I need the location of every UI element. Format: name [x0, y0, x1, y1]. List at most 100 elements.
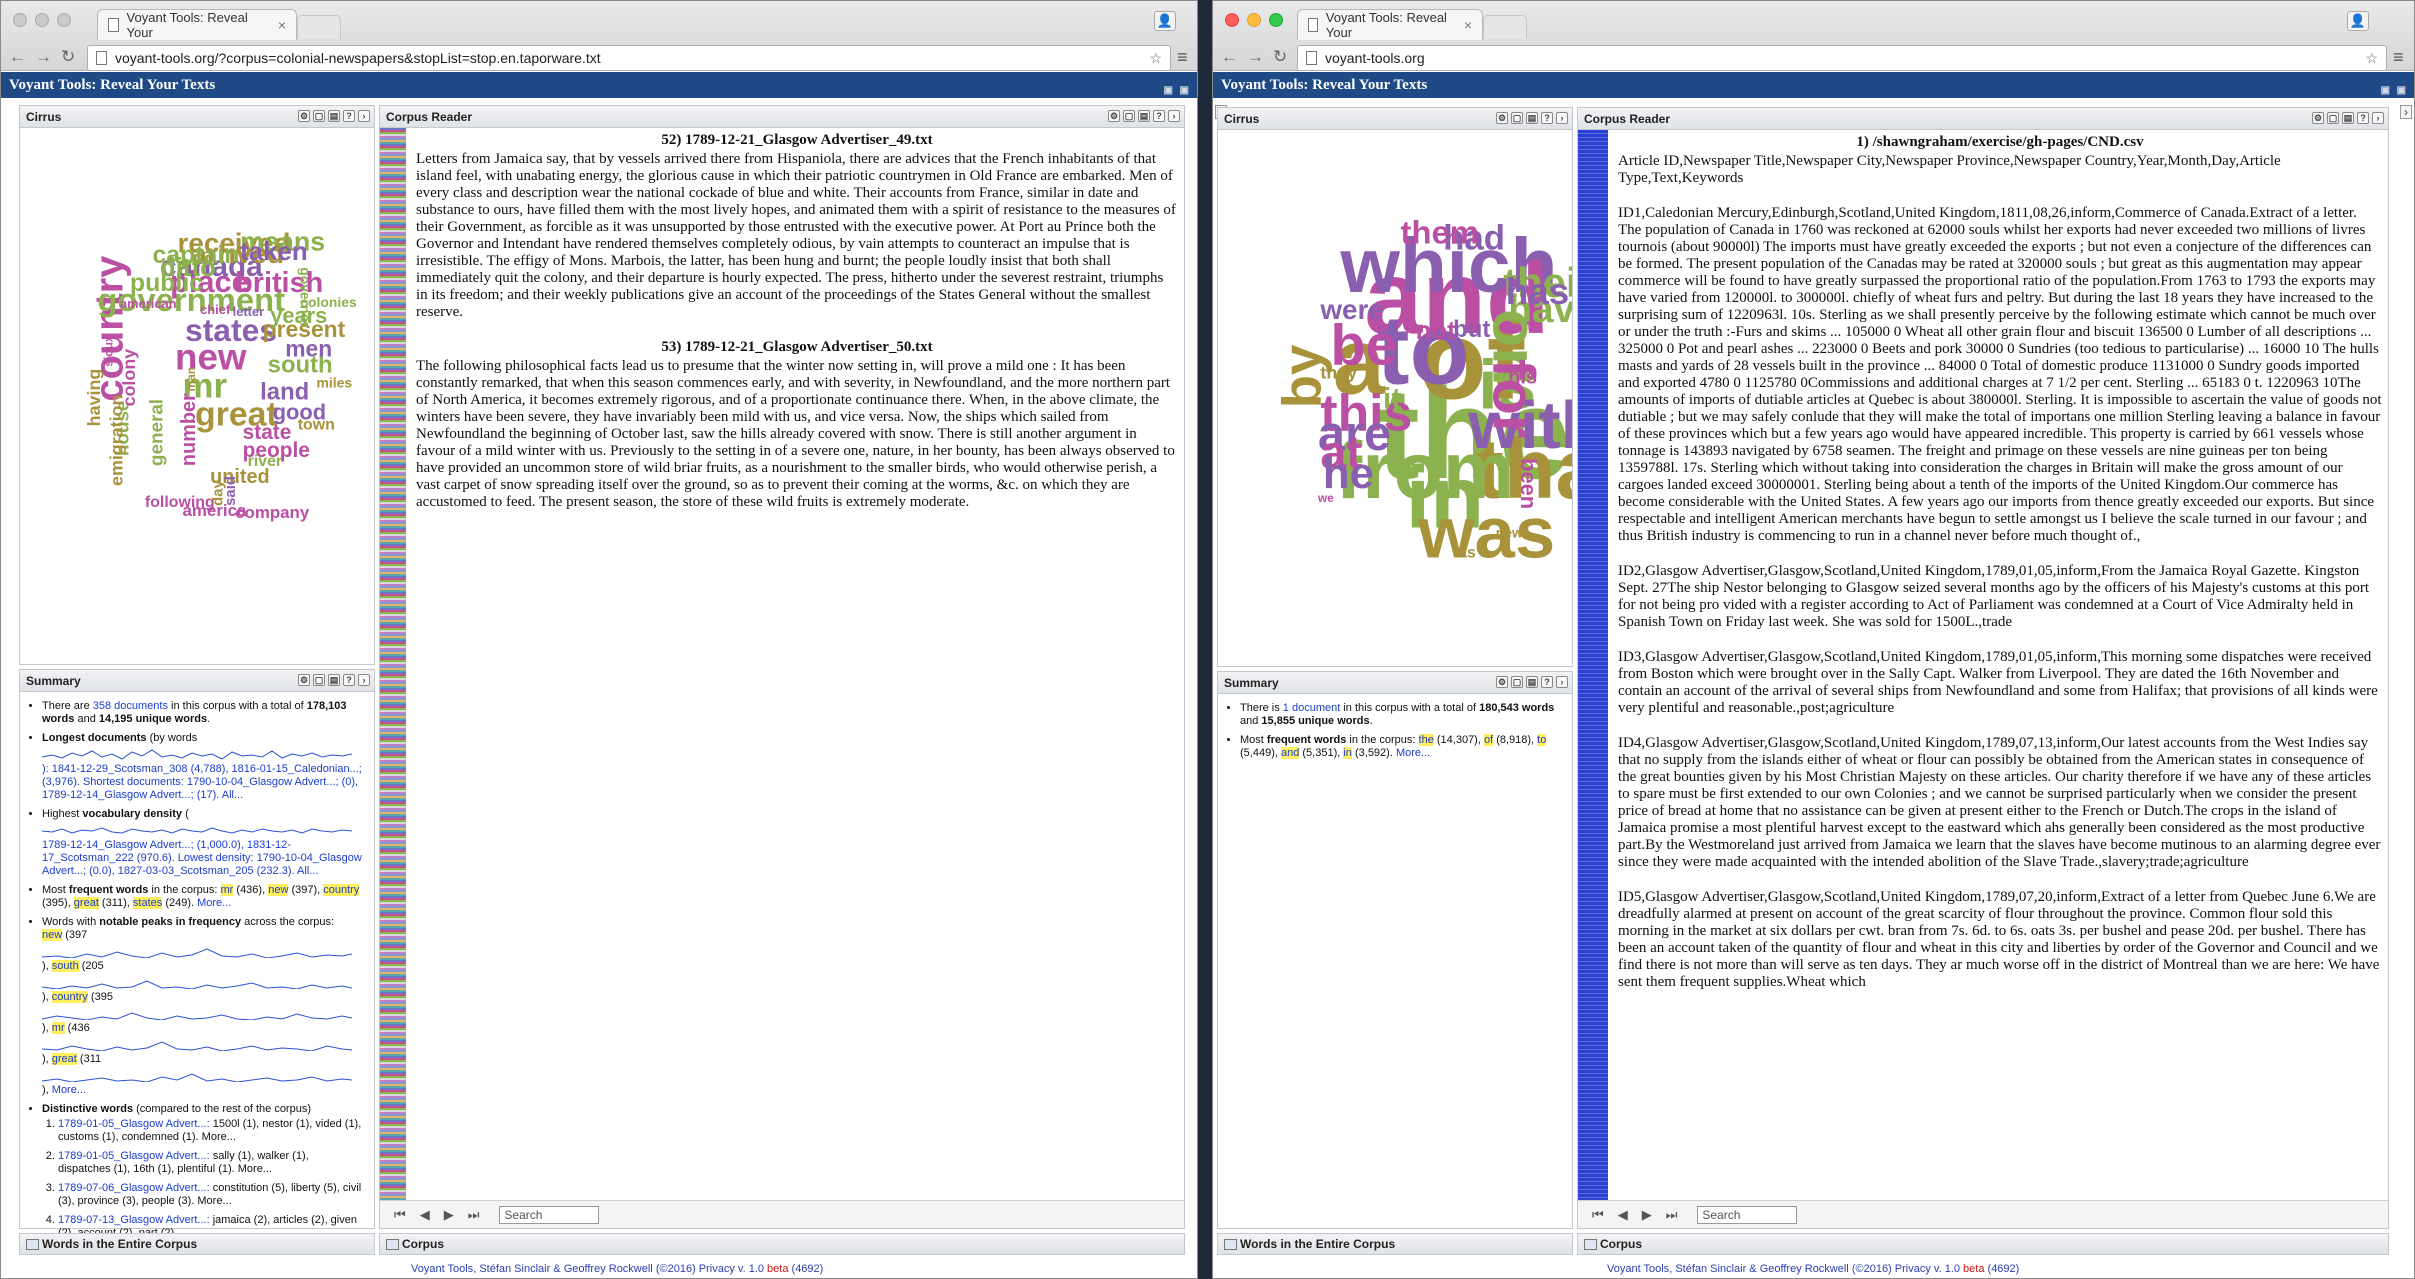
user-icon[interactable]: 👤 — [2347, 11, 2369, 31]
privacy-link[interactable]: Privacy — [699, 1263, 735, 1275]
doc-link[interactable]: 1789-07-13_Glasgow Advert...: — [58, 1214, 210, 1226]
author-link[interactable]: Stéfan Sinclair — [1675, 1263, 1746, 1275]
last-page-icon[interactable]: ⏭ — [1666, 1207, 1678, 1223]
help-icon[interactable]: ? — [1541, 112, 1553, 124]
cloud-word[interactable]: captain — [152, 242, 239, 269]
window-icon[interactable]: ▢ — [2327, 112, 2339, 124]
author-link[interactable]: Stéfan Sinclair — [479, 1263, 550, 1275]
more-icon[interactable]: › — [1556, 676, 1568, 688]
term-link[interactable]: great — [51, 1053, 77, 1065]
word-cloud[interactable]: theofandtoainthatfromwhichwasiswithonfor… — [1218, 130, 1572, 665]
cloud-word[interactable]: town — [298, 416, 335, 433]
cloud-word[interactable]: colonies — [300, 294, 357, 310]
author-link[interactable]: Geoffrey Rockwell — [564, 1263, 653, 1275]
forward-icon[interactable]: → — [35, 47, 52, 67]
user-icon[interactable]: 👤 — [1154, 11, 1176, 31]
next-page-icon[interactable]: ▶ — [444, 1207, 454, 1223]
more-link[interactable]: More... — [52, 1084, 86, 1096]
menu-icon[interactable]: ≡ — [1177, 47, 1188, 68]
more-link[interactable]: More... — [1396, 747, 1430, 759]
term-link[interactable]: and — [1280, 747, 1300, 759]
prev-page-icon[interactable]: ◀ — [420, 1207, 430, 1223]
cloud-word[interactable]: chief — [200, 302, 231, 317]
cloud-word[interactable]: were — [1319, 294, 1383, 325]
options-icon[interactable]: ▤ — [2342, 112, 2354, 124]
close-window-button[interactable] — [13, 13, 27, 27]
window-icon[interactable]: ▢ — [1511, 676, 1523, 688]
options-icon[interactable]: ▤ — [1526, 676, 1538, 688]
term-link[interactable]: mr — [51, 1022, 65, 1034]
collapse-right-icon[interactable]: › — [2400, 105, 2412, 119]
export-icon[interactable]: ⚙ — [1108, 110, 1120, 122]
corpus-panel-tab[interactable]: Corpus — [379, 1233, 1185, 1255]
cloud-word[interactable]: been — [1516, 458, 1541, 509]
cloud-word[interactable]: river — [248, 453, 282, 470]
cloud-word[interactable]: them — [1401, 213, 1479, 250]
cloud-word[interactable]: sioux — [101, 335, 115, 367]
more-icon[interactable]: › — [358, 110, 370, 122]
term-link[interactable]: country — [51, 991, 88, 1003]
term-link[interactable]: mr — [220, 884, 234, 896]
first-page-icon[interactable]: ⏮ — [1592, 1207, 1604, 1223]
cloud-word[interactable]: letter — [233, 304, 265, 319]
help-icon[interactable]: ▣ — [1180, 78, 1189, 104]
minimize-window-button[interactable] — [1247, 13, 1261, 27]
help-icon[interactable]: ? — [343, 674, 355, 686]
back-icon[interactable]: ← — [1221, 47, 1238, 67]
cloud-word[interactable]: general — [146, 399, 167, 466]
cloud-word[interactable]: colony — [119, 349, 139, 407]
minimize-window-button[interactable] — [35, 13, 49, 27]
term-link[interactable]: of — [1483, 734, 1494, 746]
export-icon[interactable]: ⚙ — [298, 110, 310, 122]
last-page-icon[interactable]: ⏭ — [468, 1207, 480, 1223]
close-tab-icon[interactable]: × — [278, 17, 286, 33]
window-icon[interactable]: ▢ — [1123, 110, 1135, 122]
cloud-word[interactable]: following — [145, 494, 215, 511]
more-icon[interactable]: › — [1556, 112, 1568, 124]
options-icon[interactable]: ▤ — [328, 110, 340, 122]
layout-icon[interactable]: ▣ — [2381, 78, 2390, 104]
cloud-word[interactable]: it — [1383, 382, 1401, 415]
cloud-word[interactable]: as — [1458, 545, 1476, 562]
cloud-word[interactable]: they — [1320, 363, 1357, 383]
reload-icon[interactable]: ↻ — [1273, 47, 1287, 67]
window-icon[interactable]: ▢ — [1511, 112, 1523, 124]
words-panel-tab[interactable]: Words in the Entire Corpus — [1217, 1233, 1573, 1255]
close-tab-icon[interactable]: × — [1464, 17, 1472, 33]
term-link[interactable]: in — [1343, 747, 1352, 759]
cloud-word[interactable]: new — [1496, 525, 1523, 541]
zoom-window-button[interactable] — [57, 13, 71, 27]
help-icon[interactable]: ? — [1541, 676, 1553, 688]
term-link[interactable]: states — [132, 897, 163, 909]
options-icon[interactable]: ▤ — [1526, 112, 1538, 124]
term-link[interactable]: new — [268, 884, 289, 896]
doc-link[interactable]: 1789-07-06_Glasgow Advert...: — [58, 1182, 210, 1194]
document-terms-strip[interactable] — [380, 128, 406, 1200]
cloud-word[interactable]: having — [84, 369, 104, 427]
more-icon[interactable]: › — [2372, 112, 2384, 124]
term-link[interactable]: new — [42, 929, 63, 941]
help-icon[interactable]: ▣ — [2397, 78, 2406, 104]
term-link[interactable]: great — [73, 897, 99, 909]
voyant-link[interactable]: Voyant Tools — [1607, 1263, 1669, 1275]
prev-page-icon[interactable]: ◀ — [1618, 1207, 1628, 1223]
corpus-panel-tab[interactable]: Corpus — [1577, 1233, 2389, 1255]
search-input[interactable]: Search — [1697, 1205, 1798, 1224]
cloud-word[interactable]: has — [1506, 271, 1569, 312]
cloud-word[interactable]: day — [211, 479, 227, 505]
back-icon[interactable]: ← — [9, 47, 26, 67]
cloud-word[interactable]: man — [184, 367, 198, 392]
more-icon[interactable]: › — [358, 674, 370, 686]
cloud-word[interactable]: emigration — [106, 395, 126, 486]
close-window-button[interactable] — [1225, 13, 1239, 27]
documents-link[interactable]: 358 documents — [93, 700, 168, 712]
density-links[interactable]: 1789-12-14_Glasgow Advert...; (1,000.0),… — [42, 839, 362, 877]
privacy-link[interactable]: Privacy — [1895, 1263, 1931, 1275]
more-icon[interactable]: › — [1168, 110, 1180, 122]
window-icon[interactable]: ▢ — [313, 674, 325, 686]
forward-icon[interactable]: → — [1247, 47, 1264, 67]
cloud-word[interactable]: company — [235, 503, 310, 522]
export-icon[interactable]: ⚙ — [298, 674, 310, 686]
doc-link[interactable]: 1789-01-05_Glasgow Advert...: — [58, 1118, 210, 1130]
words-panel-tab[interactable]: Words in the Entire Corpus — [19, 1233, 375, 1255]
